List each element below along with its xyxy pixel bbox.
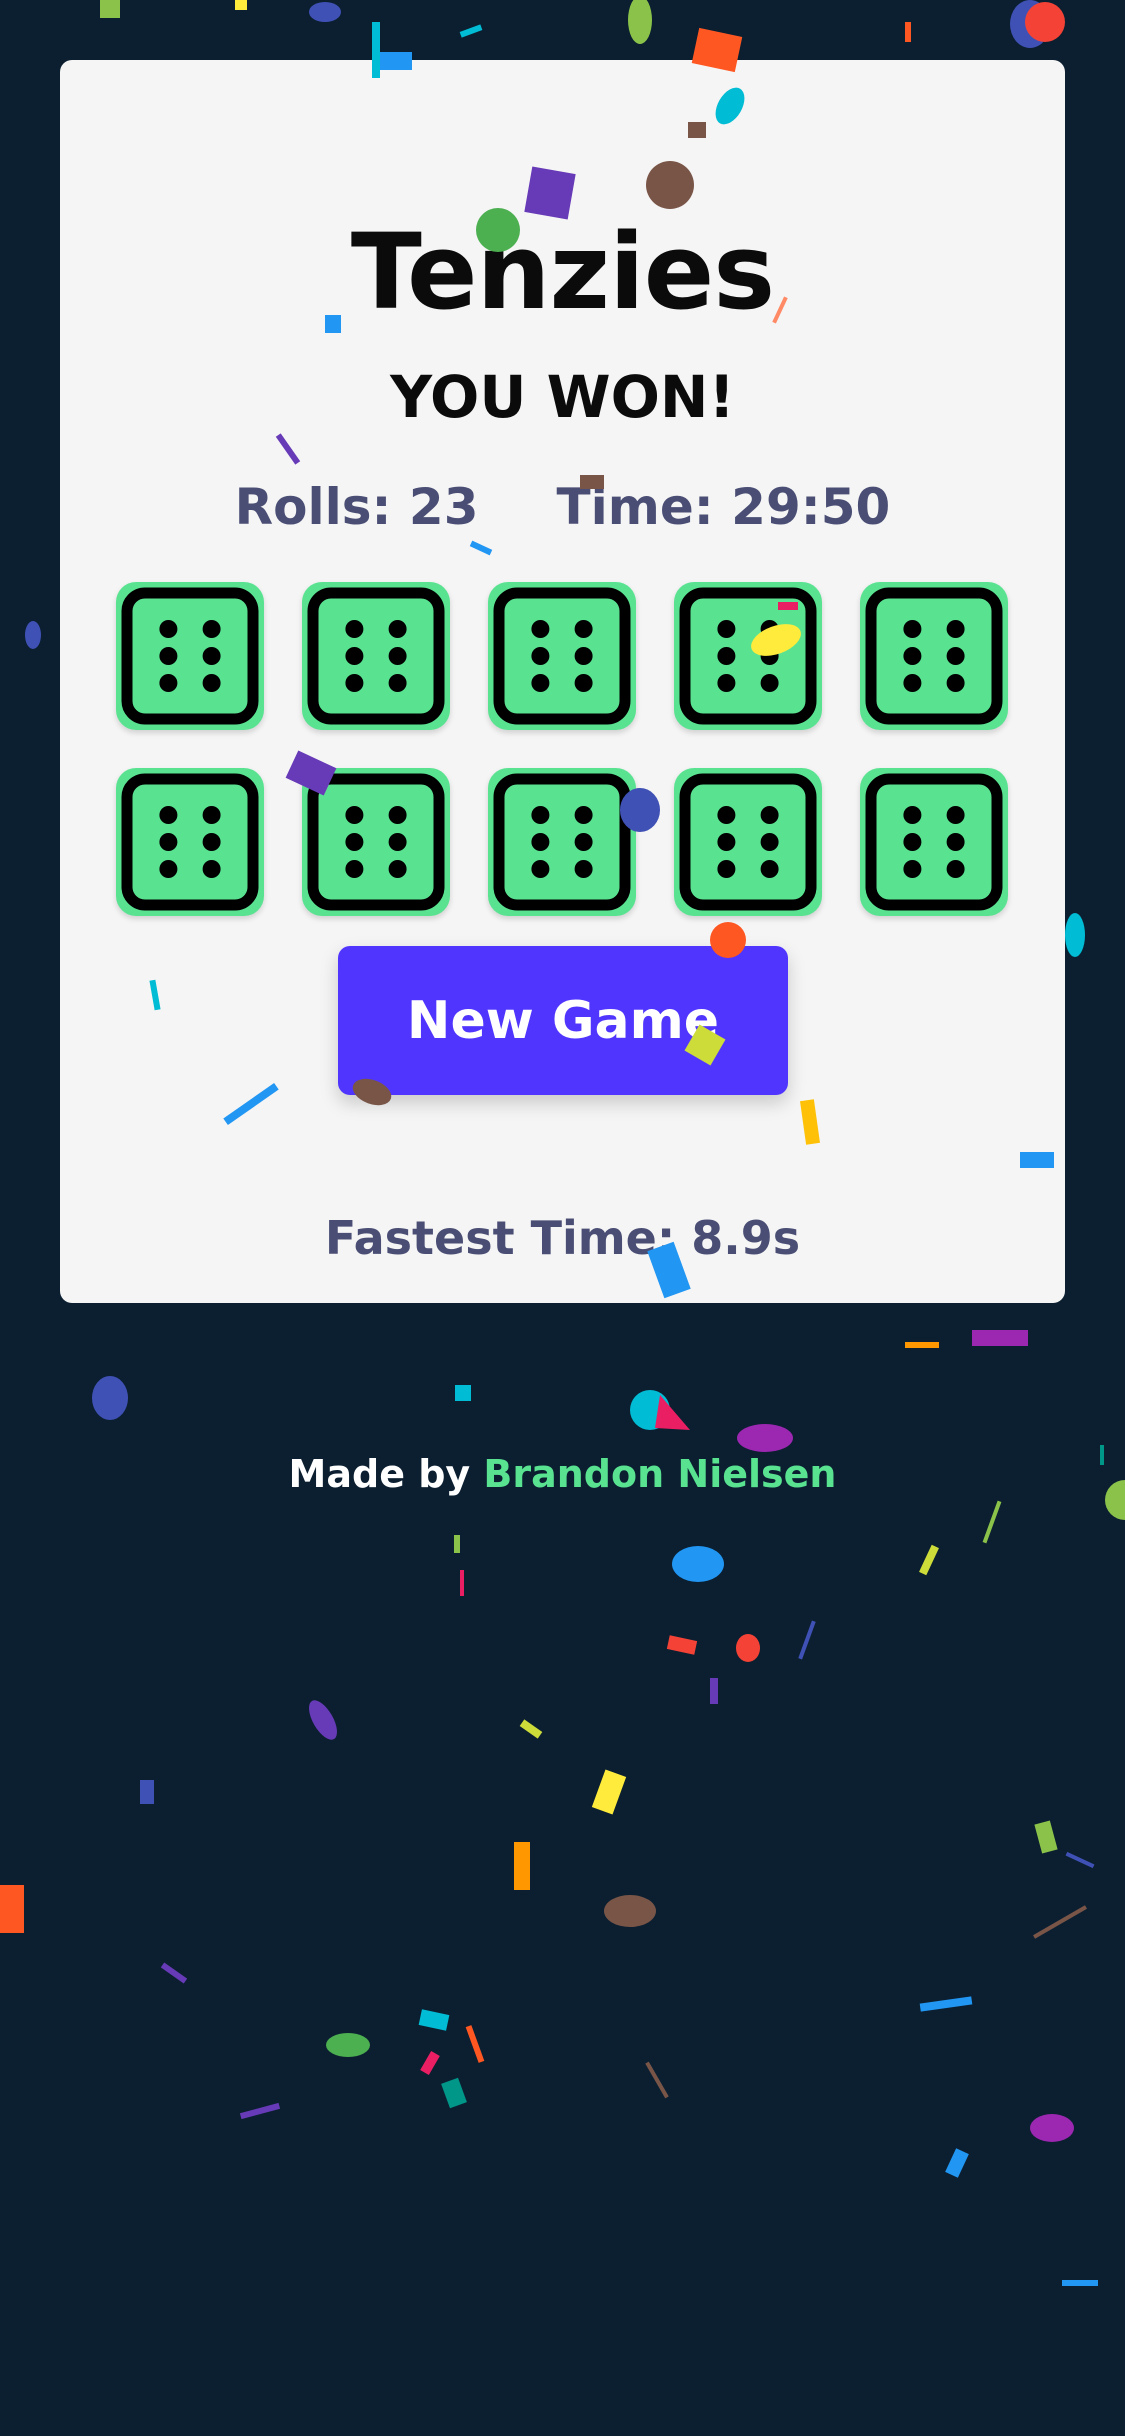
rolls-count: Rolls: 23 — [234, 478, 479, 536]
die-pip — [388, 620, 407, 638]
elapsed-time: Time: 29:50 — [556, 478, 891, 536]
die-pip — [717, 674, 736, 692]
die-pip — [202, 806, 221, 824]
die-pip — [574, 860, 593, 878]
die-pip — [202, 647, 221, 665]
die-pip — [717, 806, 736, 824]
die-face-icon — [307, 773, 445, 911]
die-pip — [946, 806, 965, 824]
die-pip — [760, 833, 779, 851]
die-pip — [946, 833, 965, 851]
die-pip — [159, 833, 178, 851]
die-pip — [531, 647, 550, 665]
die-face-icon — [865, 773, 1003, 911]
die-pip — [388, 806, 407, 824]
die-pip — [574, 833, 593, 851]
die[interactable] — [674, 582, 822, 730]
die[interactable] — [116, 768, 264, 916]
die-face-icon — [679, 587, 817, 725]
die-face-icon — [121, 773, 259, 911]
die[interactable] — [488, 768, 636, 916]
die-pip — [946, 620, 965, 638]
die-pip — [531, 833, 550, 851]
footer-prefix: Made by — [288, 1452, 471, 1496]
die-face-icon — [493, 773, 631, 911]
new-game-button[interactable]: New Game — [338, 946, 788, 1095]
die-pip — [531, 620, 550, 638]
die-pip — [717, 860, 736, 878]
die-pip — [760, 674, 779, 692]
app-title: Tenzies — [350, 211, 775, 333]
die-pip — [345, 860, 364, 878]
die-pip — [202, 833, 221, 851]
die-pip — [202, 674, 221, 692]
fastest-time: Fastest Time: 8.9s — [324, 1211, 801, 1265]
die-pip — [345, 647, 364, 665]
die-pip — [202, 860, 221, 878]
die-pip — [388, 833, 407, 851]
die-pip — [574, 806, 593, 824]
die[interactable] — [302, 582, 450, 730]
die-pip — [531, 860, 550, 878]
die-face-icon — [121, 587, 259, 725]
die-pip — [946, 674, 965, 692]
die[interactable] — [488, 582, 636, 730]
die-pip — [760, 860, 779, 878]
die-pip — [159, 860, 178, 878]
die-pip — [903, 674, 922, 692]
die-pip — [574, 620, 593, 638]
die-pip — [760, 647, 779, 665]
die-pip — [159, 674, 178, 692]
die-pip — [345, 833, 364, 851]
die-pip — [903, 860, 922, 878]
die-pip — [903, 647, 922, 665]
die-pip — [946, 647, 965, 665]
die-pip — [903, 806, 922, 824]
die-pip — [574, 674, 593, 692]
stats-row: Rolls: 23 Time: 29:50 — [60, 482, 1065, 532]
die[interactable] — [860, 768, 1008, 916]
die[interactable] — [860, 582, 1008, 730]
game-card: Tenzies YOU WON! Rolls: 23 Time: 29:50 N… — [60, 60, 1065, 1303]
die-pip — [159, 620, 178, 638]
die-pip — [531, 674, 550, 692]
die-pip — [159, 806, 178, 824]
die-pip — [946, 860, 965, 878]
win-message: YOU WON! — [390, 363, 735, 431]
die-pip — [345, 620, 364, 638]
die-pip — [345, 674, 364, 692]
author-link[interactable]: Brandon Nielsen — [483, 1452, 836, 1496]
die-pip — [531, 806, 550, 824]
die-face-icon — [679, 773, 817, 911]
die-pip — [903, 620, 922, 638]
die-pip — [388, 674, 407, 692]
die[interactable] — [302, 768, 450, 916]
die-face-icon — [307, 587, 445, 725]
die-pip — [717, 620, 736, 638]
die[interactable] — [116, 582, 264, 730]
die-face-icon — [865, 587, 1003, 725]
die-pip — [202, 620, 221, 638]
die-pip — [388, 647, 407, 665]
die-pip — [760, 806, 779, 824]
die-pip — [717, 833, 736, 851]
die-pip — [159, 647, 178, 665]
die[interactable] — [674, 768, 822, 916]
die-pip — [717, 647, 736, 665]
die-pip — [760, 620, 779, 638]
die-pip — [903, 833, 922, 851]
die-pip — [388, 860, 407, 878]
die-pip — [574, 647, 593, 665]
footer-credit: Made by Brandon Nielsen — [0, 1455, 1125, 1493]
die-pip — [345, 806, 364, 824]
die-face-icon — [493, 587, 631, 725]
